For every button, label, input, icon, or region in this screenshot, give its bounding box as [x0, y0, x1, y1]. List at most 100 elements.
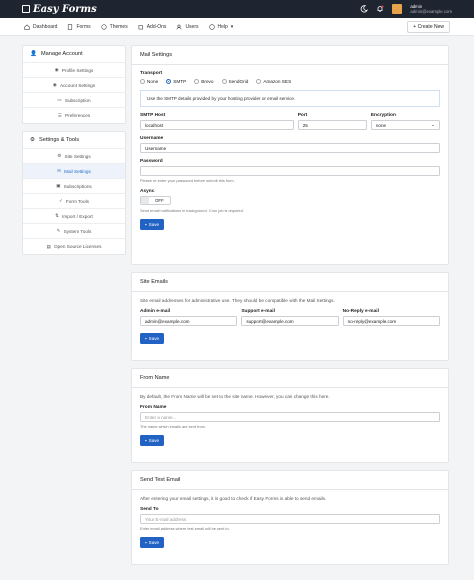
nav-addons[interactable]: Add-Ons	[138, 23, 167, 30]
sidebar-item-label: Mail Settings	[64, 168, 91, 174]
encryption-value: none	[375, 122, 387, 128]
help-icon	[208, 23, 215, 30]
chevron-down-icon: ▾	[230, 23, 234, 30]
check-icon: ✓	[58, 198, 63, 203]
save-icon: ▪	[145, 222, 147, 227]
users-icon	[177, 24, 182, 29]
bell-icon[interactable]	[376, 5, 384, 13]
admin-email-label: Admin e-mail	[140, 309, 171, 314]
nav-forms[interactable]: Forms	[67, 23, 91, 30]
username-input[interactable]: Username	[140, 143, 440, 153]
encryption-label: Encryption	[370, 113, 396, 118]
sidebar-item-profile-settings[interactable]: ◉ Profile Settings	[23, 63, 125, 78]
save-icon: ▪	[145, 438, 147, 443]
transport-radio-none[interactable]: None	[140, 79, 158, 84]
user-menu[interactable]: admin admin@example.com	[410, 4, 452, 14]
sidebar-item-label: Site Settings	[64, 153, 91, 159]
send-test-email-card: Send Test Email After entering your emai…	[131, 470, 449, 565]
settings-menu: ⚙ Settings & Tools ⚙ Site Settings ✉ Mail …	[22, 131, 126, 255]
nav-label: Add-Ons	[146, 23, 167, 30]
user-cog-icon: 👤	[30, 51, 37, 57]
moon-icon[interactable]	[360, 5, 369, 13]
radio-label: Brevo	[201, 79, 214, 84]
save-button[interactable]: ▪ Save	[140, 537, 165, 548]
sidebar-item-system-tools[interactable]: ✎ System Tools	[23, 224, 125, 239]
from-name-help: The name which emails are sent from.	[140, 424, 206, 429]
main-content: Mail Settings Transport None SMTP Brevo …	[131, 45, 449, 572]
sidebar-item-label: Preferences	[64, 113, 91, 118]
sidebar-item-site-settings[interactable]: ⚙ Site Settings	[23, 149, 125, 164]
nav-label: Dashboard	[33, 23, 58, 30]
port-label: Port	[297, 113, 308, 118]
nav-label: Help	[217, 23, 228, 30]
smtp-host-input[interactable]: localhost	[140, 120, 294, 130]
sidebar-item-label: System Tools	[63, 228, 92, 234]
port-input[interactable]: 25	[297, 120, 367, 130]
from-name-card: From Name By default, the From Name will…	[131, 368, 449, 463]
create-new-button[interactable]: + Create New	[407, 20, 450, 33]
site-emails-card: Site Emails Site email addresses for adm…	[131, 272, 449, 361]
sidebar-item-mail-settings[interactable]: ✉ Mail Settings	[23, 164, 125, 179]
mail-settings-card: Mail Settings Transport None SMTP Brevo …	[131, 45, 449, 265]
sidebar-item-subscriptions[interactable]: ▣ Subscriptions	[23, 179, 125, 194]
async-label: Async	[140, 189, 155, 194]
sidebar-item-account-settings[interactable]: ◉ Account Settings	[23, 78, 125, 93]
sidebar-item-subscription[interactable]: ▭ Subscription	[23, 93, 125, 108]
save-label: Save	[148, 438, 160, 443]
send-to-input[interactable]: Your E-mail address	[140, 514, 440, 524]
support-email-label: Support e-mail	[241, 309, 275, 314]
user-gear-icon: ◉	[52, 82, 57, 87]
cogs-icon: ⚙	[30, 137, 36, 143]
test-email-description: After entering your email settings, it i…	[140, 496, 327, 501]
sidebar-item-label: Import / Export	[62, 213, 93, 219]
nav-users[interactable]: Users	[176, 24, 199, 30]
app-logo[interactable]: Easy Forms	[22, 4, 97, 15]
sidebar-item-open-source-licenses[interactable]: ▤ Open Source Licenses	[23, 239, 125, 254]
app-name: Easy Forms	[33, 3, 97, 15]
from-name-input[interactable]: Enter a name...	[140, 412, 440, 422]
palette-icon	[101, 23, 107, 30]
gear-icon: ⚙	[57, 153, 62, 158]
sidebar-item-form-tools[interactable]: ✓ Form Tools	[23, 194, 125, 209]
username-label: Username	[140, 136, 164, 141]
noreply-email-input[interactable]: no-reply@example.com	[342, 316, 440, 326]
radio-label: SMTP	[173, 79, 187, 84]
save-button[interactable]: ▪ Save	[140, 333, 165, 344]
swap-icon: ⇅	[55, 213, 60, 218]
nav-label: Themes	[109, 23, 128, 30]
envelope-icon: ✉	[57, 168, 62, 173]
puzzle-icon	[138, 24, 143, 29]
sidebar-item-label: Profile Settings	[61, 67, 94, 73]
save-label: Save	[148, 540, 160, 545]
transport-radio-brevo[interactable]: Brevo	[194, 79, 214, 84]
transport-radio-amazon-ses[interactable]: Amazon SES	[256, 79, 291, 84]
card-title: Mail Settings	[132, 46, 448, 65]
nav-themes[interactable]: Themes	[101, 24, 128, 30]
sidebar-item-preferences[interactable]: ☰ Preferences	[23, 108, 125, 123]
support-email-input[interactable]: support@example.com	[241, 316, 339, 326]
nav-help[interactable]: Help ▾	[208, 23, 234, 30]
card-icon: ▭	[57, 97, 62, 102]
transport-radio-sendgrid[interactable]: SendGrid	[221, 79, 248, 84]
edit-icon	[22, 5, 30, 13]
sidebar-item-label: Account Settings	[59, 82, 96, 88]
sliders-icon: ☰	[57, 112, 62, 118]
user-email: admin@example.com	[410, 9, 452, 14]
save-button[interactable]: ▪ Save	[140, 219, 165, 230]
settings-menu-header: ⚙ Settings & Tools	[23, 132, 125, 149]
password-input[interactable]	[140, 166, 440, 176]
nav-dashboard[interactable]: Dashboard	[24, 24, 57, 30]
async-help: Send email notifications in background. …	[140, 208, 244, 213]
avatar[interactable]	[392, 4, 403, 14]
password-label: Password	[140, 159, 163, 164]
encryption-select[interactable]: none ⌄	[370, 120, 440, 130]
account-menu: 👤 Manage Account ◉ Profile Settings ◉ Acco…	[22, 45, 126, 124]
file-icon	[68, 23, 73, 30]
transport-radio-smtp[interactable]: SMTP	[166, 79, 186, 84]
save-button[interactable]: ▪ Save	[140, 435, 165, 446]
async-toggle[interactable]: OFF	[140, 196, 171, 205]
sidebar-item-import-export[interactable]: ⇅ Import / Export	[23, 209, 125, 224]
admin-email-input[interactable]: admin@example.com	[140, 316, 238, 326]
sidebar-item-label: Subscription	[64, 97, 91, 103]
account-menu-header: 👤 Manage Account	[23, 46, 125, 63]
